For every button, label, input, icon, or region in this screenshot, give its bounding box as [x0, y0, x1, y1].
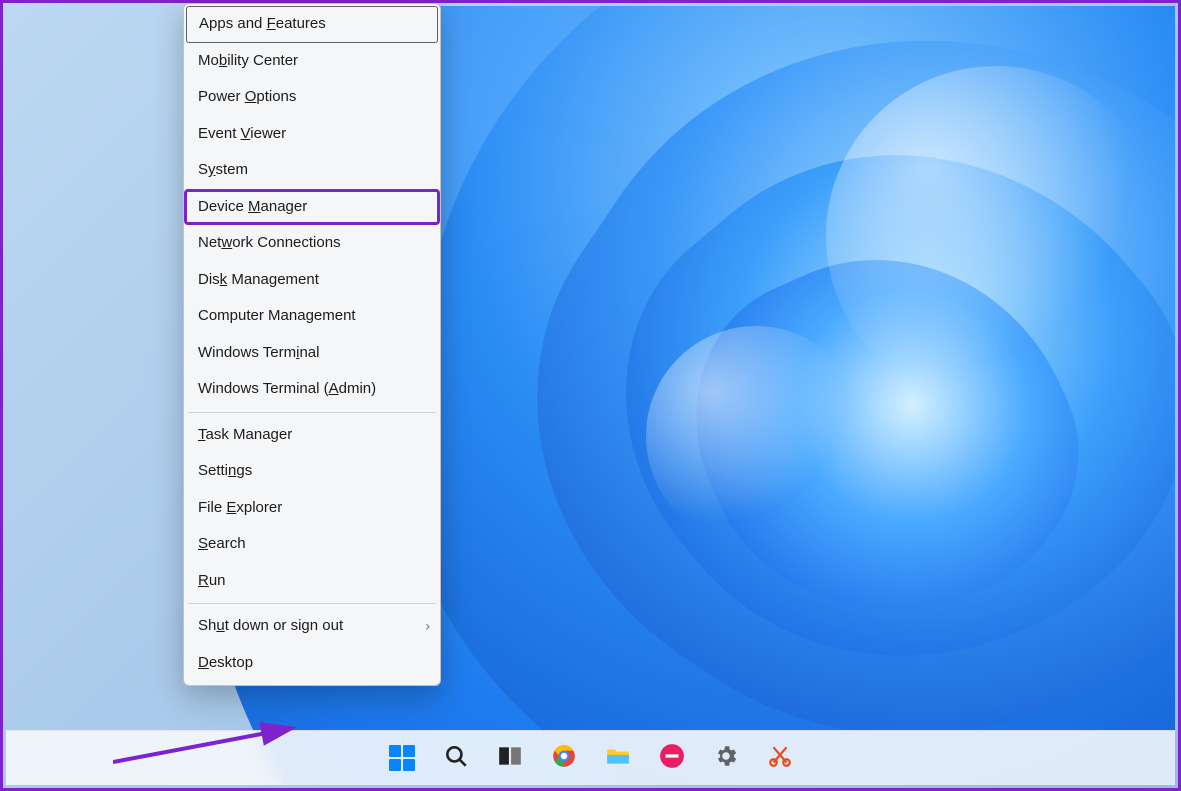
menu-item-label: Task Manager [198, 426, 292, 443]
menu-item-windows-terminal-admin[interactable]: Windows Terminal (Admin) [184, 371, 440, 408]
menu-item-label: Windows Terminal [198, 344, 319, 361]
menu-item-device-manager[interactable]: Device Manager [184, 189, 440, 226]
menu-item-computer-management[interactable]: Computer Management [184, 298, 440, 335]
menu-item-label: Windows Terminal (Admin) [198, 380, 376, 397]
menu-item-label: Power Options [198, 88, 296, 105]
menu-item-label: File Explorer [198, 499, 282, 516]
search-button[interactable] [442, 744, 470, 772]
menu-item-search[interactable]: Search [184, 526, 440, 563]
menu-item-mobility-center[interactable]: Mobility Center [184, 43, 440, 80]
app-icon [659, 743, 685, 774]
menu-item-disk-management[interactable]: Disk Management [184, 262, 440, 299]
menu-item-system[interactable]: System [184, 152, 440, 189]
menu-item-run[interactable]: Run [184, 563, 440, 600]
menu-item-task-manager[interactable]: Task Manager [184, 417, 440, 454]
menu-item-label: Computer Management [198, 307, 356, 324]
menu-item-label: Desktop [198, 654, 253, 671]
menu-item-label: Shut down or sign out [198, 617, 343, 634]
taskbar [6, 730, 1175, 785]
start-icon [389, 745, 415, 771]
menu-separator [188, 603, 436, 604]
menu-item-windows-terminal[interactable]: Windows Terminal [184, 335, 440, 372]
start-button[interactable] [388, 744, 416, 772]
menu-item-settings[interactable]: Settings [184, 453, 440, 490]
chevron-right-icon: › [425, 619, 430, 634]
winx-context-menu[interactable]: Apps and Features Mobility Center Power Op… [183, 3, 441, 686]
menu-item-desktop[interactable]: Desktop [184, 645, 440, 682]
search-icon [443, 743, 469, 774]
menu-item-label: Device Manager [198, 198, 307, 215]
menu-item-power-options[interactable]: Power Options [184, 79, 440, 116]
settings-button[interactable] [712, 744, 740, 772]
menu-separator [188, 412, 436, 413]
settings-gear-icon [713, 743, 739, 774]
menu-item-file-explorer[interactable]: File Explorer [184, 490, 440, 527]
snip-button[interactable] [766, 744, 794, 772]
menu-item-event-viewer[interactable]: Event Viewer [184, 116, 440, 153]
explorer-button[interactable] [604, 744, 632, 772]
menu-item-shutdown[interactable]: Shut down or sign out › [184, 608, 440, 645]
desktop-wallpaper [6, 6, 1175, 785]
task-view-button[interactable] [496, 744, 524, 772]
menu-item-label: Search [198, 535, 246, 552]
menu-item-label: Event Viewer [198, 125, 286, 142]
chrome-icon [551, 743, 577, 774]
app-button[interactable] [658, 744, 686, 772]
menu-item-label: Run [198, 572, 226, 589]
chrome-button[interactable] [550, 744, 578, 772]
menu-item-label: Settings [198, 462, 252, 479]
menu-item-label: System [198, 161, 248, 178]
file-explorer-icon [605, 743, 631, 774]
snipping-tool-icon [767, 743, 793, 774]
menu-item-network-connections[interactable]: Network Connections [184, 225, 440, 262]
menu-item-label: Mobility Center [198, 52, 298, 69]
screenshot-frame: Apps and Features Mobility Center Power Op… [0, 0, 1181, 791]
menu-item-label: Network Connections [198, 234, 341, 251]
menu-item-label: Disk Management [198, 271, 319, 288]
task-view-icon [497, 743, 523, 774]
menu-item-apps-features[interactable]: Apps and Features [186, 6, 438, 43]
menu-item-label: Apps and Features [199, 15, 326, 32]
